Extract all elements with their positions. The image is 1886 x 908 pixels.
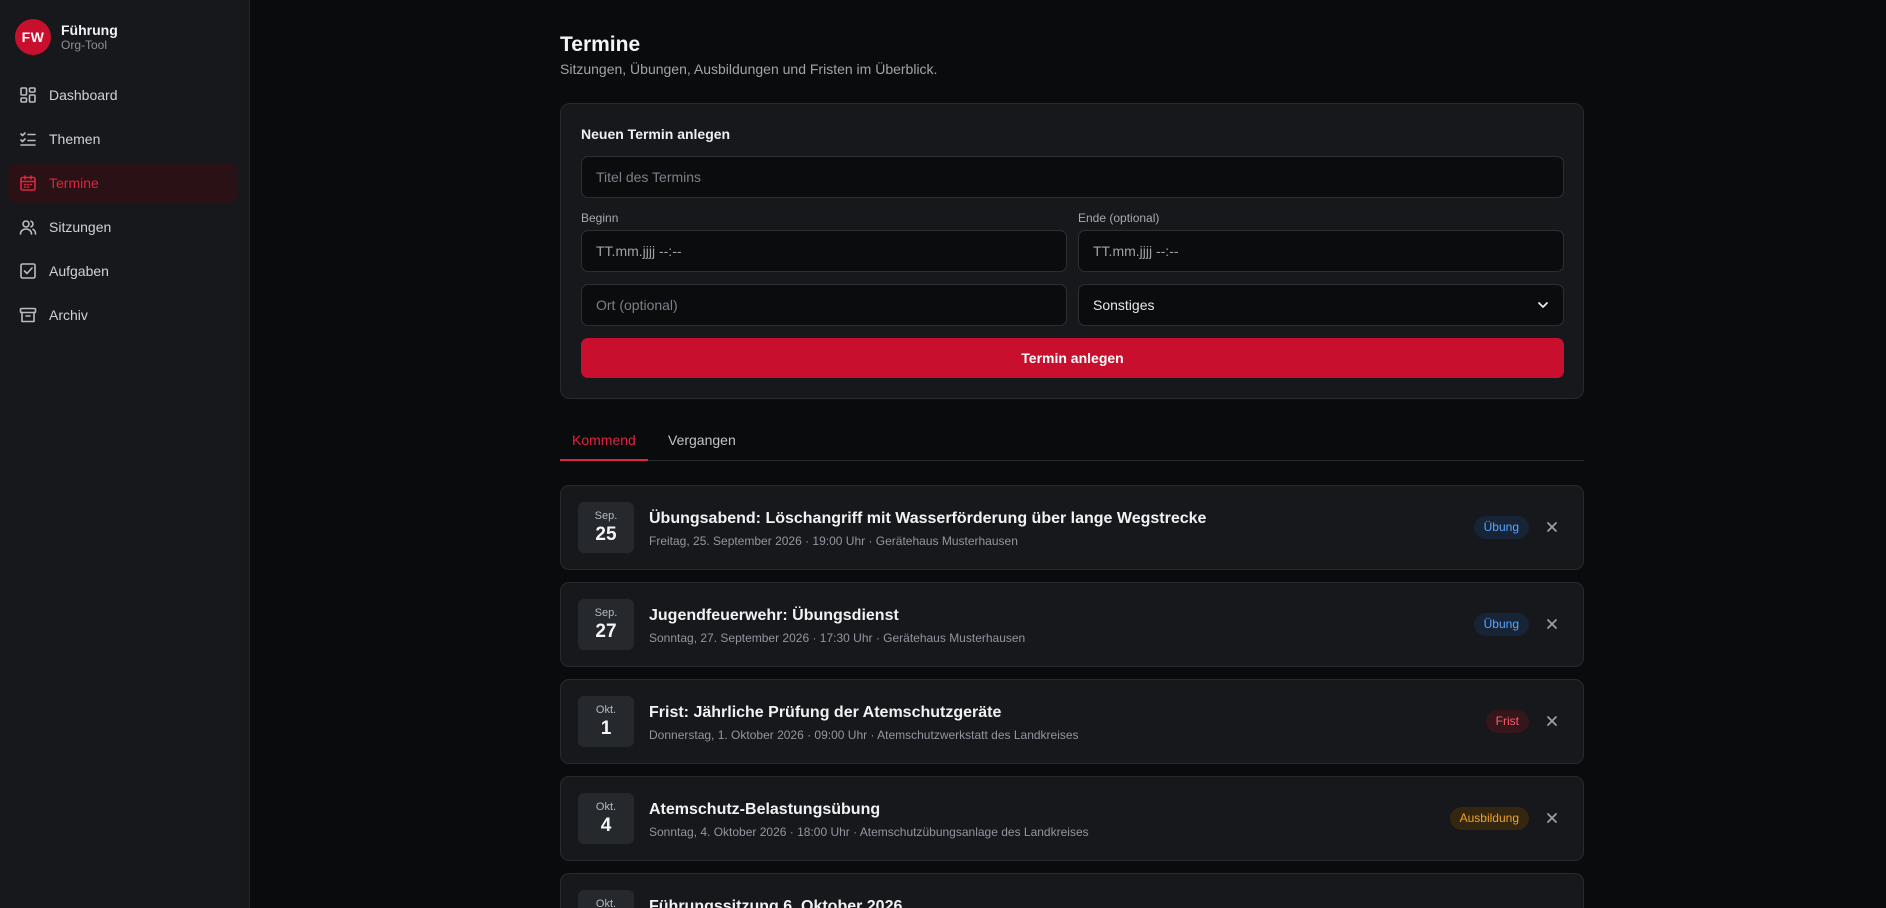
- sidebar-item-archiv[interactable]: Archiv: [8, 295, 238, 335]
- form-heading: Neuen Termin anlegen: [581, 126, 731, 142]
- event-title: Atemschutz-Belastungsübung: [649, 801, 881, 818]
- event-month: Okt.: [595, 704, 617, 716]
- sidebar: FW Führung Org-Tool Dashboard Themen Ter…: [0, 0, 250, 908]
- event-type-badge: Übung: [1473, 516, 1529, 539]
- begin-datetime-value: TT.mm.jjjj --:--: [596, 243, 682, 259]
- event-meta: Freitag, 25. September 2026 · 19:00 Uhr …: [649, 534, 1018, 548]
- sidebar-item-label: Aufgaben: [49, 263, 109, 279]
- event-date: Okt. 4: [578, 793, 634, 844]
- event-day: 1: [600, 718, 612, 739]
- new-event-form: Neuen Termin anlegen Beginn Ende (option…: [560, 103, 1584, 399]
- page-subtitle: Sitzungen, Übungen, Ausbildungen und Fri…: [560, 61, 938, 77]
- event-date: Okt.: [578, 890, 634, 908]
- event-meta: Sonntag, 27. September 2026 · 17:30 Uhr …: [649, 631, 1026, 645]
- event-date: Sep. 27: [578, 599, 634, 650]
- event-title: Jugendfeuerwehr: Übungsdienst: [649, 607, 899, 624]
- users-icon: [19, 220, 37, 235]
- event-title: Frist: Jährliche Prüfung der Atemschutzg…: [649, 704, 1002, 721]
- event-type-select[interactable]: Sonstiges: [1078, 284, 1564, 326]
- event-type-badge: Ausbildung: [1449, 807, 1529, 830]
- tab-vergangen[interactable]: Vergangen: [656, 432, 748, 461]
- delete-event-button[interactable]: [1545, 714, 1559, 728]
- end-datetime-input[interactable]: TT.mm.jjjj --:--: [1078, 230, 1564, 272]
- delete-event-button[interactable]: [1545, 617, 1559, 631]
- sidebar-item-dashboard[interactable]: Dashboard: [8, 75, 238, 115]
- event-title: Übungsabend: Löschangriff mit Wasserförd…: [649, 510, 1207, 527]
- sidebar-item-sitzungen[interactable]: Sitzungen: [8, 207, 238, 247]
- tab-kommend[interactable]: Kommend: [560, 432, 648, 461]
- event-card[interactable]: Okt. Führungssitzung 6. Oktober 2026: [560, 873, 1584, 908]
- begin-label: Beginn: [581, 211, 619, 225]
- event-month: Sep.: [594, 510, 618, 522]
- event-type-value: Sonstiges: [1093, 297, 1155, 313]
- begin-datetime-input[interactable]: TT.mm.jjjj --:--: [581, 230, 1067, 272]
- brand-subtitle: Org-Tool: [61, 38, 108, 52]
- location-input[interactable]: [581, 284, 1067, 326]
- sidebar-nav: Dashboard Themen Termine Sitzungen Aufga…: [8, 75, 238, 339]
- event-tabs: Kommend Vergangen: [560, 424, 1584, 461]
- close-icon: [1547, 716, 1557, 726]
- sidebar-item-label: Dashboard: [49, 87, 118, 103]
- archive-icon: [19, 307, 37, 323]
- event-card[interactable]: Sep. 25 Übungsabend: Löschangriff mit Wa…: [560, 485, 1584, 570]
- calendar-icon: [20, 175, 36, 191]
- create-event-button[interactable]: Termin anlegen: [581, 338, 1564, 378]
- brand-logo: FW: [15, 19, 51, 55]
- brand[interactable]: FW Führung Org-Tool: [15, 19, 118, 55]
- event-day: 27: [595, 621, 617, 642]
- event-day: 25: [595, 524, 617, 545]
- event-type-badge: Übung: [1473, 613, 1529, 636]
- event-title: Führungssitzung 6. Oktober 2026: [649, 898, 903, 908]
- sidebar-item-label: Termine: [49, 175, 99, 191]
- close-icon: [1547, 619, 1557, 629]
- close-icon: [1547, 522, 1557, 532]
- brand-title: Führung: [61, 22, 118, 38]
- event-month: Sep.: [594, 607, 618, 619]
- sidebar-item-label: Sitzungen: [49, 219, 112, 235]
- event-card[interactable]: Okt. 4 Atemschutz-Belastungsübung Sonnta…: [560, 776, 1584, 861]
- event-card[interactable]: Okt. 1 Frist: Jährliche Prüfung der Atem…: [560, 679, 1584, 764]
- checkbox-icon: [20, 263, 36, 279]
- event-card[interactable]: Sep. 27 Jugendfeuerwehr: Übungsdienst So…: [560, 582, 1584, 667]
- sidebar-item-termine[interactable]: Termine: [8, 163, 238, 203]
- event-type-badge: Frist: [1485, 710, 1529, 733]
- event-month: Okt.: [595, 898, 617, 908]
- page-title: Termine: [560, 33, 641, 56]
- event-title-input[interactable]: [581, 156, 1564, 198]
- delete-event-button[interactable]: [1545, 520, 1559, 534]
- event-meta: Sonntag, 4. Oktober 2026 · 18:00 Uhr · A…: [649, 825, 1089, 839]
- event-date: Sep. 25: [578, 502, 634, 553]
- brand-text: Führung Org-Tool: [61, 22, 118, 52]
- end-label: Ende (optional): [1078, 211, 1160, 225]
- event-date: Okt. 1: [578, 696, 634, 747]
- event-month: Okt.: [595, 801, 617, 813]
- delete-event-button[interactable]: [1545, 811, 1559, 825]
- list-checks-icon: [20, 132, 36, 146]
- sidebar-item-aufgaben[interactable]: Aufgaben: [8, 251, 238, 291]
- close-icon: [1547, 813, 1557, 823]
- sidebar-item-themen[interactable]: Themen: [8, 119, 238, 159]
- chevron-down-icon: [1538, 302, 1548, 308]
- sidebar-item-label: Archiv: [49, 307, 88, 323]
- event-day: 4: [600, 815, 612, 836]
- sidebar-item-label: Themen: [49, 131, 101, 147]
- end-datetime-value: TT.mm.jjjj --:--: [1093, 243, 1179, 259]
- dashboard-icon: [20, 87, 36, 103]
- event-meta: Donnerstag, 1. Oktober 2026 · 09:00 Uhr …: [649, 728, 1079, 742]
